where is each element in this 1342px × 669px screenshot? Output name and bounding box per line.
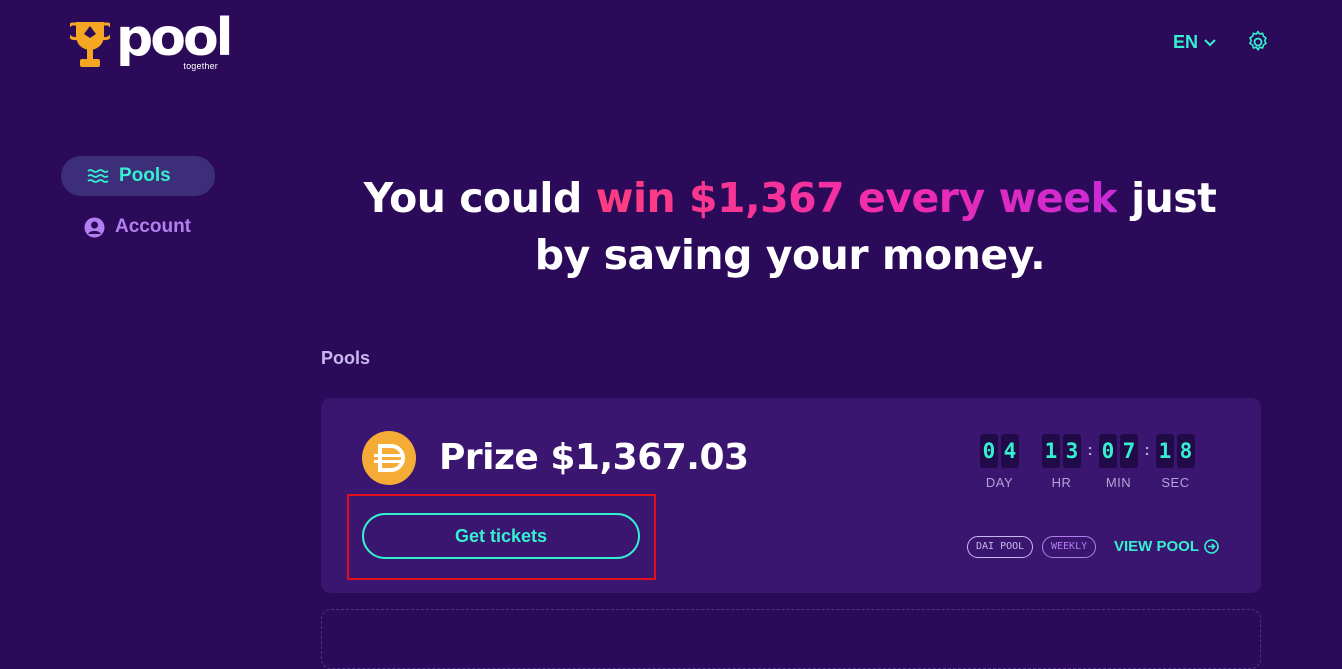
highlight-box: [347, 494, 656, 580]
sidebar-item-pools[interactable]: Pools: [61, 156, 215, 196]
countdown-digit: 4: [1001, 434, 1019, 468]
user-circle-icon: [84, 217, 105, 237]
pool-card-placeholder: [321, 609, 1261, 669]
chevron-down-icon: [1204, 38, 1216, 46]
countdown-digit: 8: [1177, 434, 1195, 468]
pool-type-badge: DAI POOL: [967, 536, 1034, 558]
countdown-label: HR: [1051, 475, 1072, 490]
countdown-digit: 1: [1042, 434, 1060, 468]
countdown-digit: 3: [1063, 434, 1081, 468]
countdown-label: MIN: [1105, 475, 1132, 490]
logo-wordmark: pool: [116, 8, 234, 68]
countdown-timer: 0 4 DAY 1 3 HR : 0 7 MIN : 1 8 SEC: [980, 434, 1195, 490]
section-title: Pools: [321, 348, 371, 368]
countdown-separator: :: [1144, 442, 1150, 459]
frequency-badge: WEEKLY: [1042, 536, 1097, 558]
countdown-second: 1 8 SEC: [1156, 434, 1195, 490]
view-pool-label: VIEW POOL: [1114, 538, 1200, 555]
gear-icon[interactable]: [1246, 30, 1270, 54]
sidebar-item-label: Account: [115, 216, 191, 237]
language-label: EN: [1173, 32, 1199, 52]
countdown-day: 0 4 DAY: [980, 434, 1019, 490]
sidebar-item-account[interactable]: Account: [84, 216, 191, 238]
language-selector[interactable]: EN: [1173, 32, 1216, 53]
hero-prefix: You could: [363, 174, 583, 222]
countdown-label: DAY: [985, 475, 1014, 490]
countdown-label: SEC: [1161, 475, 1190, 490]
hero-headline: You could win $1,367 every week just by …: [330, 170, 1250, 284]
countdown-minute: 0 7 MIN: [1099, 434, 1138, 490]
sidebar-item-label: Pools: [119, 165, 171, 186]
dai-icon: [362, 431, 416, 485]
countdown-digit: 1: [1156, 434, 1174, 468]
countdown-digit: 0: [1099, 434, 1117, 468]
countdown-separator: :: [1087, 442, 1093, 459]
countdown-digit: 0: [980, 434, 998, 468]
trophy-icon: [70, 22, 110, 67]
view-pool-link[interactable]: VIEW POOL: [1114, 538, 1219, 555]
hero-accent: win $1,367 every week: [595, 174, 1118, 222]
pooltogether-logo[interactable]: pool together: [70, 8, 234, 72]
countdown-hour: 1 3 HR: [1042, 434, 1081, 490]
logo-subtitle: together: [183, 61, 218, 71]
arrow-right-circle-icon: [1204, 539, 1219, 554]
countdown-digit: 7: [1120, 434, 1138, 468]
waves-icon: [87, 169, 109, 183]
prize-amount: Prize $1,367.03: [439, 437, 749, 478]
